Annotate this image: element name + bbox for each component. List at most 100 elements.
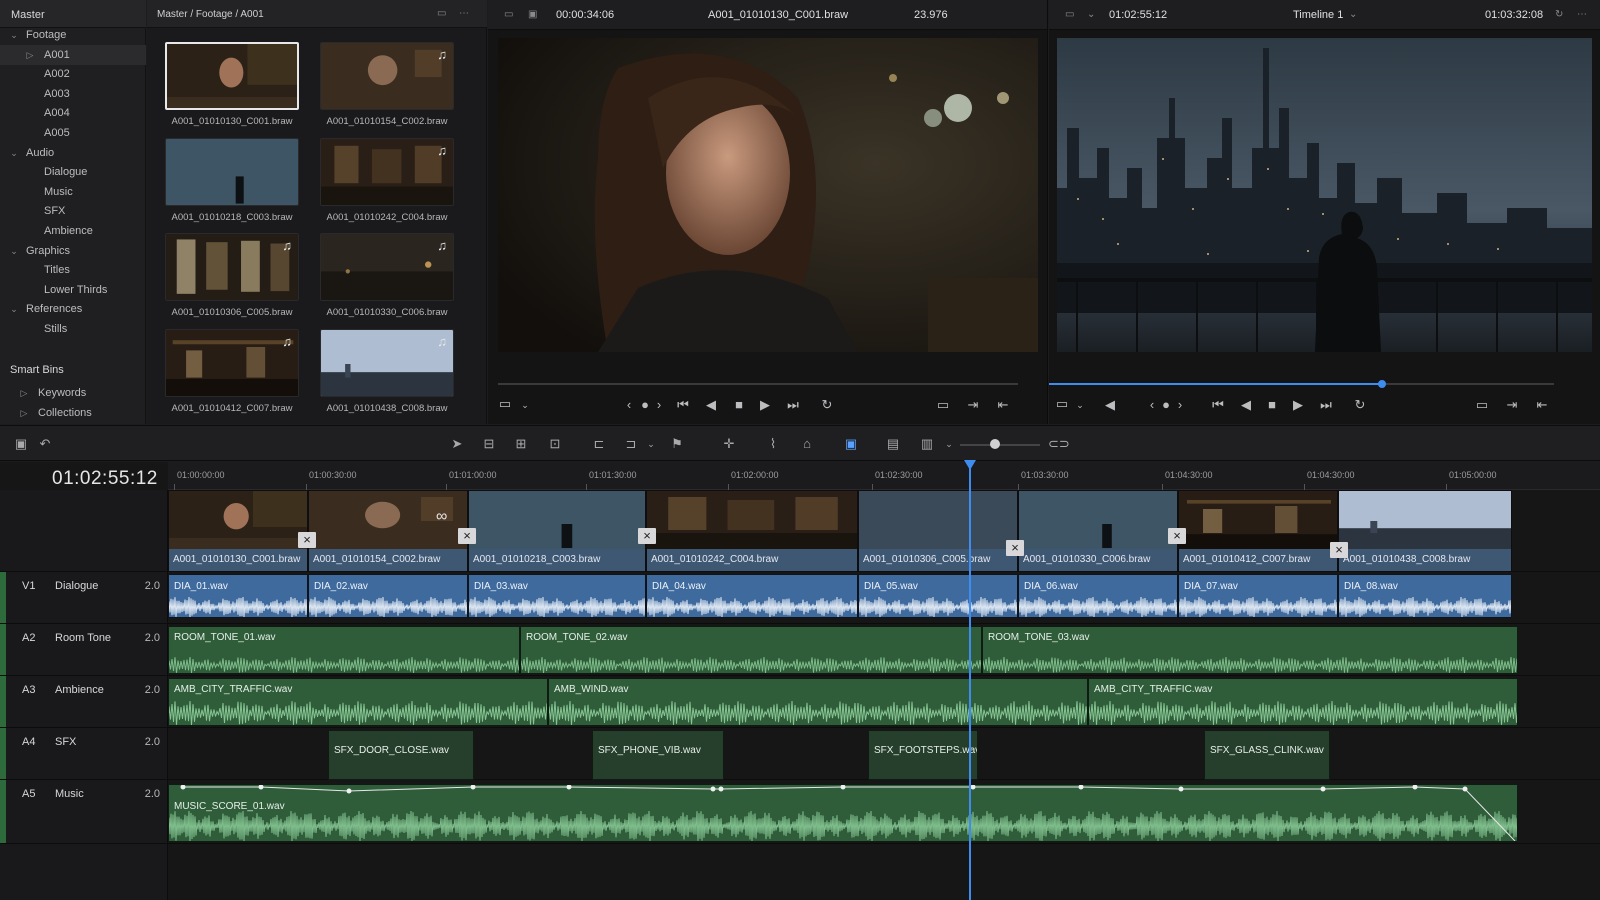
sidebar-item-stills[interactable]: Stills xyxy=(0,319,146,339)
go-to-start-icon[interactable]: ⏮ xyxy=(674,398,692,412)
sidebar-item-titles[interactable]: Titles xyxy=(0,260,146,280)
room-tone-clip[interactable]: ROOM_TONE_03.wav xyxy=(982,626,1518,674)
chevron-down-icon[interactable]: ⌄ xyxy=(940,436,958,452)
zoom-slider-knob[interactable] xyxy=(990,439,1000,449)
color-flag-icon[interactable]: ▥ xyxy=(918,436,936,452)
trim-tool-icon[interactable]: ⊟ xyxy=(480,436,498,452)
next-edit-icon[interactable]: ⇥ xyxy=(1503,398,1521,412)
chevron-down-icon[interactable]: ⌄ xyxy=(8,241,20,261)
timeline-image[interactable] xyxy=(1057,38,1592,352)
selection-tool-icon[interactable]: ➤ xyxy=(448,436,466,452)
safe-area-icon[interactable]: ▭ xyxy=(496,397,514,411)
sidebar-item-a001[interactable]: ▷ A001 xyxy=(0,44,146,65)
source-image[interactable] xyxy=(498,38,1038,352)
sidebar-item-ambience[interactable]: Ambience xyxy=(0,221,146,241)
chevron-down-icon[interactable]: ⌄ xyxy=(8,25,20,45)
transition-marker-icon[interactable]: × xyxy=(638,528,656,544)
ambience-clip[interactable]: AMB_WIND.wav xyxy=(548,678,1088,726)
sidebar-item-music[interactable]: Music xyxy=(0,182,146,202)
dialogue-clip[interactable]: DIA_04.wav xyxy=(646,574,858,618)
chevron-down-icon[interactable]: ⌄ xyxy=(516,398,534,412)
ambience-clip[interactable]: AMB_CITY_TRAFFIC.wav xyxy=(1088,678,1518,726)
dynamic-trim-icon[interactable]: ⊞ xyxy=(512,436,530,452)
sidebar-item-lower-thirds[interactable]: Lower Thirds xyxy=(0,280,146,300)
play-icon[interactable]: ▶ xyxy=(756,398,774,412)
sidebar-item-audio[interactable]: ⌄ Audio xyxy=(0,143,146,163)
dialogue-clip[interactable]: DIA_02.wav xyxy=(308,574,468,618)
timeline-scrub-bar[interactable] xyxy=(1049,380,1554,388)
timeline-view-options-icon[interactable]: ▣ xyxy=(12,436,30,452)
scrub-playhead[interactable] xyxy=(1378,380,1387,388)
undo-icon[interactable]: ↶ xyxy=(36,436,54,452)
sidebar-item-references[interactable]: ⌄ References xyxy=(0,299,146,319)
video-clip[interactable]: A001_01010330_C006.braw xyxy=(1018,490,1178,572)
track-header-a3[interactable]: A3 Ambience 2.0 xyxy=(0,676,168,728)
volume-keyframe-line[interactable] xyxy=(169,785,1517,841)
play-icon[interactable]: ▶ xyxy=(1289,398,1307,412)
smart-bin-collections[interactable]: ▷ Collections xyxy=(0,403,146,423)
sidebar-item-a003[interactable]: A003 xyxy=(0,84,146,104)
chevron-right-icon[interactable]: ▷ xyxy=(24,45,36,65)
sidebar-item-footage[interactable]: ⌄ Footage xyxy=(0,25,146,45)
safe-area-icon[interactable]: ▭ xyxy=(1053,397,1071,411)
loop-icon[interactable]: ↻ xyxy=(1351,398,1369,412)
media-clip-thumbnail[interactable]: ♫ xyxy=(320,233,454,301)
media-clip-thumbnail[interactable]: ♫ xyxy=(320,328,454,397)
refresh-icon[interactable]: ↻ xyxy=(1555,10,1565,20)
source-scrub-bar[interactable] xyxy=(498,383,1018,385)
sfx-clip[interactable]: SFX_FOOTSTEPS.wav xyxy=(868,730,978,780)
media-clip-thumbnail[interactable] xyxy=(165,42,299,110)
stop-icon[interactable]: ■ xyxy=(730,398,748,412)
go-to-start-icon[interactable]: ⏮ xyxy=(1209,398,1227,412)
overwrite-clip-icon[interactable]: ⇤ xyxy=(994,398,1012,412)
chevron-right-icon[interactable]: ▷ xyxy=(18,383,30,403)
list-view-icon[interactable]: ▭ xyxy=(437,9,447,19)
prev-edit-icon[interactable]: ⇤ xyxy=(1533,398,1551,412)
viewer-mode-icon[interactable]: ▣ xyxy=(528,10,538,20)
dialogue-clip[interactable]: DIA_05.wav xyxy=(858,574,1018,618)
more-options-icon[interactable]: ⋯ xyxy=(1577,10,1587,20)
linked-selection-icon[interactable]: ⌇ xyxy=(764,436,782,452)
play-reverse-icon[interactable]: ◀ xyxy=(702,398,720,412)
transition-marker-icon[interactable]: × xyxy=(1006,540,1024,556)
edit-mode-icon[interactable]: ▣ xyxy=(842,436,860,452)
snapping-icon[interactable]: ✛ xyxy=(720,436,738,452)
overwrite-icon[interactable]: ⊐ xyxy=(622,436,640,452)
video-clip[interactable]: A001_01010130_C001.braw xyxy=(168,490,308,572)
dialogue-clip[interactable]: DIA_01.wav xyxy=(168,574,308,618)
dialogue-clip[interactable]: DIA_08.wav xyxy=(1338,574,1512,618)
sidebar-item-sfx[interactable]: SFX xyxy=(0,201,146,221)
video-clip[interactable]: A001_01010412_C007.braw xyxy=(1178,490,1338,572)
match-frame-icon[interactable]: ▭ xyxy=(934,398,952,412)
room-tone-clip[interactable]: ROOM_TONE_01.wav xyxy=(168,626,520,674)
video-clip[interactable]: A001_01010154_C002.braw xyxy=(308,490,468,572)
track-header-a4[interactable]: A4 SFX 2.0 xyxy=(0,728,168,780)
timeline-zoom-slider[interactable] xyxy=(960,444,1040,446)
chevron-down-icon[interactable]: ⌄ xyxy=(8,299,20,319)
music-clip[interactable]: MUSIC_SCORE_01.wav xyxy=(168,784,1518,842)
sidebar-item-a002[interactable]: A002 xyxy=(0,64,146,84)
track-header-a2[interactable]: A2 Room Tone 2.0 xyxy=(0,624,168,676)
video-clip[interactable]: A001_01010306_C005.braw xyxy=(858,490,1018,572)
marker-icon[interactable]: ▤ xyxy=(884,436,902,452)
timeline-ruler[interactable]: 01:00:00:00 01:00:30:00 01:01:00:00 01:01:3… xyxy=(168,462,1600,490)
media-clip-thumbnail[interactable]: ♫ xyxy=(320,42,454,110)
sfx-clip[interactable]: SFX_GLASS_CLINK.wav xyxy=(1204,730,1330,780)
video-clip[interactable]: A001_01010218_C003.braw xyxy=(468,490,646,572)
volume-icon[interactable]: ◀ xyxy=(1101,398,1119,412)
loop-icon[interactable]: ↻ xyxy=(818,398,836,412)
track-header-a5[interactable]: A5 Music 2.0 xyxy=(0,780,168,844)
jog-next-icon[interactable]: › xyxy=(1171,398,1189,412)
playhead[interactable] xyxy=(969,462,971,900)
chevron-down-icon[interactable]: ⌄ xyxy=(1349,10,1359,20)
flag-icon[interactable]: ⚑ xyxy=(668,436,686,452)
dialogue-clip[interactable]: DIA_07.wav xyxy=(1178,574,1338,618)
dialogue-clip[interactable]: DIA_03.wav xyxy=(468,574,646,618)
sidebar-item-dialogue[interactable]: Dialogue xyxy=(0,162,146,182)
dialogue-clip[interactable]: DIA_06.wav xyxy=(1018,574,1178,618)
media-clip-thumbnail[interactable]: ♫ xyxy=(320,137,454,206)
stop-icon[interactable]: ■ xyxy=(1263,398,1281,412)
position-lock-icon[interactable]: ⌂ xyxy=(798,436,816,452)
sidebar-item-graphics[interactable]: ⌄ Graphics xyxy=(0,241,146,261)
sfx-clip[interactable]: SFX_PHONE_VIB.wav xyxy=(592,730,724,780)
